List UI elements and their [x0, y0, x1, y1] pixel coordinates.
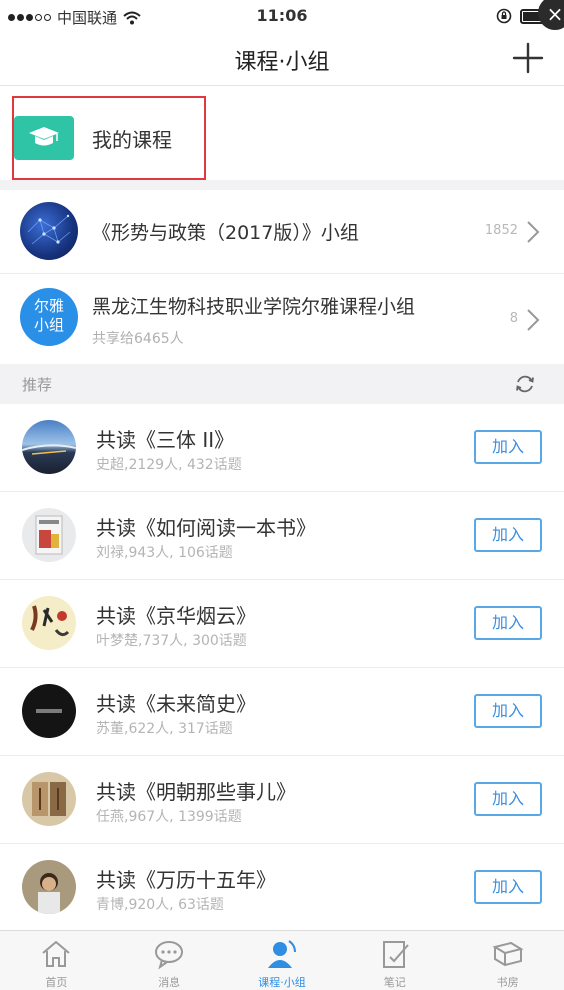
- group-item[interactable]: 《形势与政策（2017版）》小组 1852: [0, 190, 564, 274]
- tab-label: 课程·小组: [258, 976, 306, 989]
- note-edit-icon: [382, 941, 409, 968]
- book-avatar: [22, 508, 76, 562]
- my-course-button[interactable]: 我的课程: [92, 124, 172, 153]
- item-title: 共读《未来简史》: [96, 692, 256, 716]
- avatar-text: 小组: [33, 316, 64, 334]
- lock-rotation-icon: [496, 8, 512, 24]
- join-button[interactable]: 加入: [474, 870, 542, 904]
- join-button[interactable]: 加入: [474, 694, 542, 728]
- tab-bar: 首页 消息 课程·小组 笔记 书房: [0, 930, 564, 990]
- item-title: 共读《三体 II》: [96, 428, 235, 452]
- group-count: 1852: [484, 223, 518, 238]
- item-title: 共读《如何阅读一本书》: [96, 516, 316, 540]
- status-time: 11:06: [256, 6, 308, 25]
- books-icon: [491, 941, 524, 967]
- recommend-header: 推荐: [0, 364, 564, 404]
- recommend-label: 推荐: [22, 376, 53, 394]
- item-subtitle: 苏董,622人, 317话题: [96, 721, 233, 737]
- book-avatar: [22, 596, 76, 650]
- page-title: 课程·小组: [234, 50, 330, 75]
- item-subtitle: 刘禄,943人, 106话题: [96, 545, 233, 561]
- chevron-right-icon: [527, 309, 540, 331]
- avatar-text: 尔雅: [33, 297, 64, 315]
- nav-bar: 课程·小组: [0, 34, 564, 86]
- refresh-icon[interactable]: [514, 373, 536, 395]
- tab-course-group[interactable]: 课程·小组: [226, 931, 339, 990]
- group-title: 《形势与政策（2017版）》小组: [92, 222, 359, 244]
- item-subtitle: 叶梦楚,737人, 300话题: [96, 633, 247, 649]
- book-avatar: [22, 860, 76, 914]
- join-button[interactable]: 加入: [474, 518, 542, 552]
- list-item[interactable]: 共读《未来简史》 苏董,622人, 317话题 加入: [0, 668, 564, 756]
- list-item[interactable]: 共读《万历十五年》 青博,920人, 63话题 加入: [0, 844, 564, 932]
- tab-label: 笔记: [383, 976, 406, 989]
- my-course-section: [0, 86, 564, 180]
- tab-bookshelf[interactable]: 书房: [451, 931, 564, 990]
- book-avatar: [22, 420, 76, 474]
- item-subtitle: 青博,920人, 63话题: [96, 897, 224, 913]
- list-item[interactable]: 共读《明朝那些事儿》 任燕,967人, 1399话题 加入: [0, 756, 564, 844]
- status-bar: 中国联通 11:06 ×: [0, 0, 564, 34]
- graduation-cap-icon[interactable]: [14, 116, 74, 160]
- group-subtitle: 共享给6465人: [92, 331, 184, 347]
- join-button[interactable]: 加入: [474, 430, 542, 464]
- chat-icon: [155, 941, 184, 970]
- tab-label: 消息: [158, 976, 181, 989]
- join-button[interactable]: 加入: [474, 606, 542, 640]
- home-icon: [42, 940, 71, 967]
- book-avatar: [22, 772, 76, 826]
- item-title: 共读《万历十五年》: [96, 868, 276, 892]
- item-title: 共读《京华烟云》: [96, 604, 256, 628]
- item-subtitle: 史超,2129人, 432话题: [96, 457, 242, 473]
- group-avatar: [20, 202, 78, 260]
- tab-label: 书房: [496, 976, 519, 989]
- tab-home[interactable]: 首页: [0, 931, 113, 990]
- group-title: 黑龙江生物科技职业学院尔雅课程小组: [92, 296, 416, 318]
- join-button[interactable]: 加入: [474, 782, 542, 816]
- book-avatar: [22, 684, 76, 738]
- item-title: 共读《明朝那些事儿》: [96, 780, 296, 804]
- list-item[interactable]: 共读《三体 II》 史超,2129人, 432话题 加入: [0, 404, 564, 492]
- plus-icon[interactable]: [510, 40, 546, 76]
- tab-notes[interactable]: 笔记: [338, 931, 451, 990]
- group-count: 8: [509, 311, 518, 326]
- close-icon[interactable]: ×: [538, 0, 564, 30]
- person-icon: [267, 940, 296, 968]
- group-avatar: 尔雅 小组: [20, 288, 78, 346]
- tab-label: 首页: [45, 976, 68, 989]
- group-item[interactable]: 尔雅 小组 黑龙江生物科技职业学院尔雅课程小组 共享给6465人 8: [0, 276, 564, 362]
- chevron-right-icon: [527, 221, 540, 243]
- list-item[interactable]: 共读《如何阅读一本书》 刘禄,943人, 106话题 加入: [0, 492, 564, 580]
- tab-messages[interactable]: 消息: [113, 931, 226, 990]
- item-subtitle: 任燕,967人, 1399话题: [96, 809, 242, 825]
- section-gap: [0, 180, 564, 190]
- list-item[interactable]: 共读《京华烟云》 叶梦楚,737人, 300话题 加入: [0, 580, 564, 668]
